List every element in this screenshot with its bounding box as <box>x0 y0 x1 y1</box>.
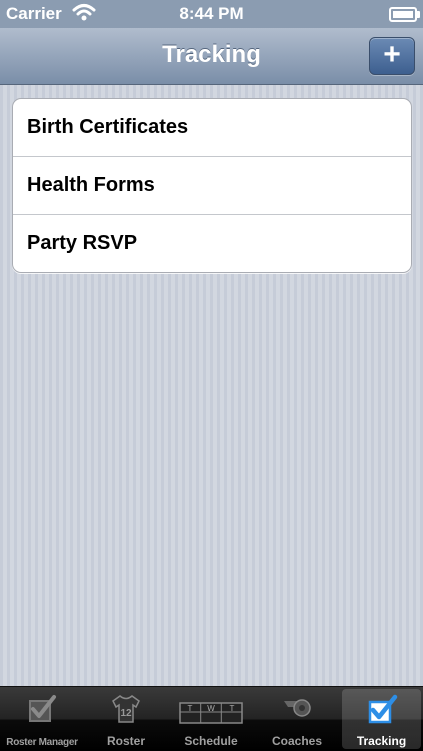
tab-label: Coaches <box>271 734 323 748</box>
plus-icon: + <box>383 38 401 71</box>
tab-label: Roster Manager <box>6 737 78 748</box>
tab-tracking[interactable]: Tracking <box>340 687 423 751</box>
page-title: Tracking <box>162 41 261 68</box>
whistle-icon <box>280 693 314 730</box>
list-item-label: Health Forms <box>27 174 155 196</box>
tracking-list: Birth Certificates Health Forms Party RS… <box>12 98 412 273</box>
tab-label: Roster <box>106 734 145 748</box>
calendar-day-label: T <box>188 704 193 713</box>
jersey-icon: 12 <box>109 693 143 730</box>
status-time: 8:44 PM <box>179 4 244 23</box>
tab-schedule[interactable]: T W T Schedule <box>168 687 254 751</box>
list-item[interactable]: Party RSVP <box>13 215 411 272</box>
tab-label: Schedule <box>184 734 238 748</box>
calendar-icon: T W T <box>179 693 243 730</box>
calendar-day-label: W <box>207 704 215 713</box>
status-bar: Carrier 8:44 PM <box>0 0 423 28</box>
tab-roster[interactable]: 12 Roster <box>84 687 168 751</box>
list-item-label: Birth Certificates <box>27 116 189 138</box>
jersey-number: 12 <box>120 708 132 719</box>
list-item[interactable]: Birth Certificates <box>13 99 411 157</box>
add-button[interactable]: + <box>369 37 415 75</box>
navigation-bar: Tracking + <box>0 28 423 85</box>
battery-icon <box>389 7 420 22</box>
list-item-label: Party RSVP <box>27 232 138 254</box>
list-item[interactable]: Health Forms <box>13 157 411 215</box>
tab-bar: Roster Manager 12 Roster T W T Schedule <box>0 686 423 751</box>
check-icon <box>365 693 399 732</box>
calendar-day-label: T <box>230 704 235 713</box>
checkbox-icon <box>25 693 59 730</box>
tab-coaches[interactable]: Coaches <box>254 687 340 751</box>
tab-label: Tracking <box>356 734 407 748</box>
tab-roster-manager[interactable]: Roster Manager <box>0 687 84 751</box>
